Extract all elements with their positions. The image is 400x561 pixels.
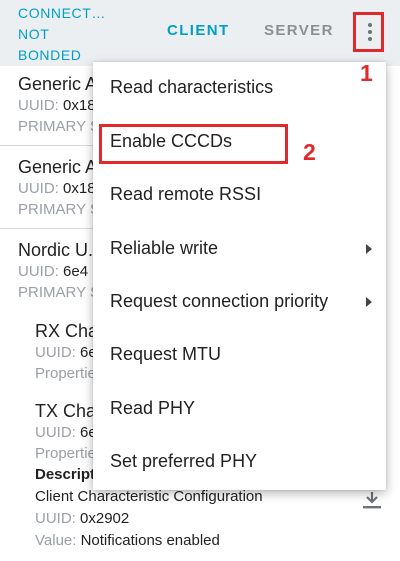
uuid-label: UUID:: [35, 510, 76, 527]
submenu-arrow-icon: [366, 297, 372, 307]
characteristic-properties: Propertie: [35, 365, 96, 382]
menu-item-set-preferred-phy[interactable]: Set preferred PHY: [93, 436, 386, 489]
divider: [0, 145, 100, 146]
service-name: Generic A: [18, 74, 98, 94]
submenu-arrow-icon: [366, 244, 372, 254]
annotation-highlight-box: [99, 124, 288, 164]
connection-status-line1: CONNECT…: [18, 5, 107, 21]
menu-item-label: Read remote RSSI: [110, 184, 262, 204]
top-app-bar: CONNECT… NOT BONDED CLIENT SERVER: [0, 0, 400, 66]
menu-item-label: Request MTU: [110, 344, 222, 364]
service-type: PRIMARY S: [18, 284, 100, 301]
uuid-label: UUID:: [18, 180, 59, 197]
menu-item-read-phy[interactable]: Read PHY: [93, 383, 386, 436]
service-uuid: UUID: 0x18: [18, 178, 100, 199]
menu-item-request-connection-priority[interactable]: Request connection priority: [93, 276, 386, 329]
connection-status: CONNECT… NOT BONDED: [18, 3, 106, 66]
uuid-label: UUID:: [35, 344, 76, 361]
service-item[interactable]: Generic A UUID: 0x18 PRIMARY S: [18, 156, 100, 220]
characteristic-item[interactable]: RX Cha UUID: 6e Propertie: [35, 320, 98, 384]
download-icon[interactable]: [360, 488, 384, 512]
service-item[interactable]: Nordic U. UUID: 6e4 PRIMARY S: [18, 239, 100, 303]
menu-item-label: Reliable write: [110, 238, 219, 258]
menu-item-label: Read characteristics: [110, 77, 274, 97]
overflow-popup-menu: Read characteristics Enable CCCDs Read r…: [93, 62, 386, 490]
characteristic-properties: Propertie: [35, 445, 96, 462]
uuid-value: 0x18: [63, 180, 96, 197]
uuid-label: UUID:: [18, 97, 59, 114]
characteristic-name: TX Cha: [35, 401, 97, 421]
service-name: Nordic U.: [18, 240, 94, 260]
uuid-label: UUID:: [18, 263, 59, 280]
menu-item-label: Set preferred PHY: [110, 451, 258, 471]
overflow-menu-button[interactable]: [353, 12, 384, 52]
menu-item-label: Request connection priority: [110, 291, 329, 311]
annotation-marker-2: 2: [303, 139, 316, 165]
divider: [0, 228, 100, 229]
value-label: Value:: [35, 532, 77, 549]
service-item[interactable]: Generic A UUID: 0x18 PRIMARY S: [18, 73, 100, 137]
characteristic-name: RX Cha: [35, 321, 99, 341]
service-type: PRIMARY S: [18, 201, 100, 218]
menu-item-label: Read PHY: [110, 398, 196, 418]
menu-item-read-remote-rssi[interactable]: Read remote RSSI: [93, 169, 386, 222]
characteristic-item[interactable]: TX Cha UUID: 6e Propertie: [35, 400, 97, 464]
service-name: Generic A: [18, 157, 98, 177]
tab-server[interactable]: SERVER: [264, 22, 334, 39]
descriptor-value-text: Notifications enabled: [80, 532, 220, 549]
menu-item-reliable-write[interactable]: Reliable write: [93, 223, 386, 276]
menu-item-request-mtu[interactable]: Request MTU: [93, 329, 386, 382]
uuid-label: UUID:: [35, 424, 76, 441]
descriptor-uuid: UUID: 0x2902: [35, 508, 295, 530]
tab-client[interactable]: CLIENT: [167, 22, 230, 39]
uuid-value: 6e4: [63, 263, 89, 280]
uuid-value: 0x2902: [80, 510, 130, 527]
characteristic-uuid: UUID: 6e: [35, 342, 98, 363]
descriptor-value: Value: Notifications enabled: [35, 530, 295, 552]
annotation-marker-1: 1: [360, 60, 373, 86]
menu-item-read-characteristics[interactable]: Read characteristics: [93, 62, 386, 115]
connection-status-line2: NOT: [18, 26, 50, 42]
service-uuid: UUID: 6e4: [18, 261, 100, 282]
service-uuid: UUID: 0x18: [18, 95, 100, 116]
uuid-value: 0x18: [63, 97, 96, 114]
service-type: PRIMARY S: [18, 118, 100, 135]
characteristic-uuid: UUID: 6e: [35, 422, 97, 443]
